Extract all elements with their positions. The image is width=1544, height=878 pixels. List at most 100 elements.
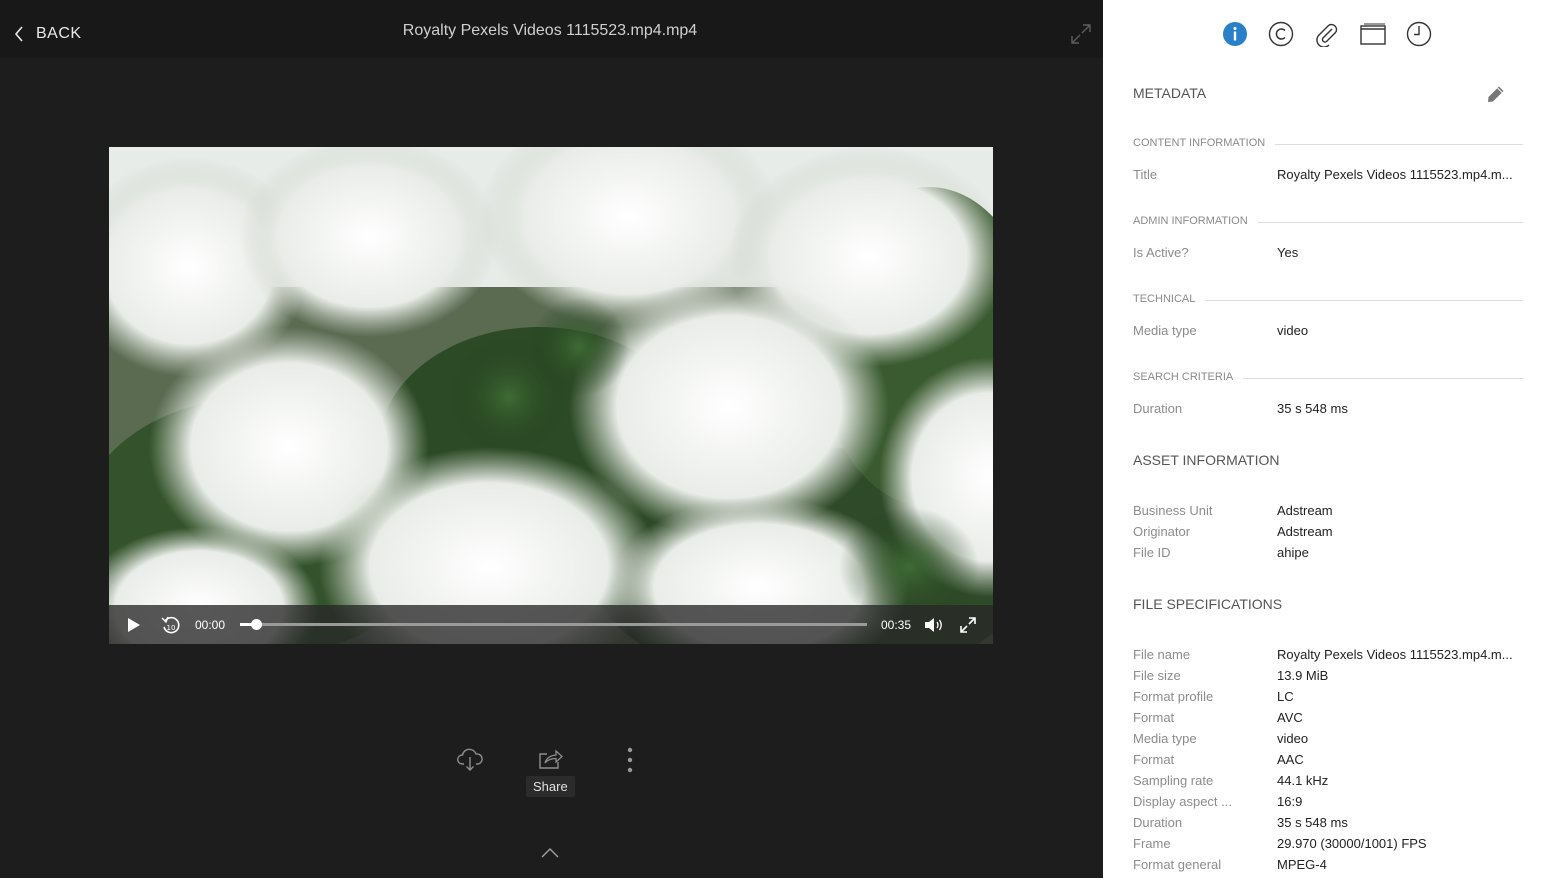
meta-key: File ID bbox=[1133, 545, 1171, 560]
spec-row: Format profile LC bbox=[1133, 687, 1523, 707]
pencil-icon bbox=[1488, 86, 1504, 102]
meta-row-duration: Duration 35 s 548 ms bbox=[1133, 399, 1523, 419]
meta-value: 35 s 548 ms bbox=[1277, 815, 1348, 830]
asset-actions: Share bbox=[0, 744, 1103, 804]
fullscreen-icon bbox=[960, 617, 976, 633]
fullscreen-button[interactable] bbox=[958, 615, 978, 635]
share-button[interactable]: Share bbox=[526, 748, 575, 797]
meta-value: Adstream bbox=[1277, 524, 1333, 539]
meta-value: Adstream bbox=[1277, 503, 1333, 518]
spec-row: Format AVC bbox=[1133, 708, 1523, 728]
chevron-up-icon[interactable] bbox=[540, 845, 560, 859]
section-label: SEARCH CRITERIA bbox=[1133, 371, 1244, 383]
section-technical: TECHNICAL bbox=[1133, 293, 1523, 309]
paperclip-icon bbox=[1316, 23, 1338, 47]
video-frame-image bbox=[109, 147, 993, 644]
current-time: 00:00 bbox=[195, 618, 226, 632]
meta-row-media-type: Media type video bbox=[1133, 321, 1523, 341]
download-button[interactable] bbox=[457, 746, 483, 772]
meta-value: AAC bbox=[1277, 752, 1304, 767]
clock-icon bbox=[1406, 21, 1432, 47]
tab-attachments[interactable] bbox=[1313, 20, 1341, 48]
seek-bar[interactable] bbox=[240, 619, 867, 630]
meta-value: ahipe bbox=[1277, 545, 1309, 560]
metadata-heading: METADATA bbox=[1133, 85, 1207, 101]
section-label: TECHNICAL bbox=[1133, 293, 1206, 305]
play-icon bbox=[128, 618, 140, 632]
meta-key: File size bbox=[1133, 668, 1181, 683]
edit-metadata-button[interactable] bbox=[1486, 84, 1506, 104]
meta-key: File name bbox=[1133, 647, 1191, 662]
spec-row: Frame 29.970 (30000/1001) FPS bbox=[1133, 834, 1523, 854]
meta-key: Format bbox=[1133, 710, 1175, 725]
meta-value: video bbox=[1277, 323, 1309, 338]
metadata-panel: METADATA CONTENT INFORMATION Title Royal… bbox=[1103, 0, 1544, 878]
spec-row: Format general MPEG-4 bbox=[1133, 855, 1523, 875]
tab-versions[interactable] bbox=[1359, 20, 1387, 48]
meta-value: Royalty Pexels Videos 1115523.mp4.m... bbox=[1277, 647, 1513, 662]
meta-key: Duration bbox=[1133, 401, 1183, 416]
meta-row-business-unit: Business Unit Adstream bbox=[1133, 501, 1523, 521]
meta-key: Title bbox=[1133, 167, 1158, 182]
expand-icon[interactable] bbox=[1069, 22, 1093, 46]
section-label: ADMIN INFORMATION bbox=[1133, 215, 1258, 227]
window-icon bbox=[1360, 23, 1386, 45]
meta-value: Royalty Pexels Videos 1115523.mp4.m... bbox=[1277, 167, 1513, 182]
section-search-criteria: SEARCH CRITERIA bbox=[1133, 371, 1523, 387]
meta-value: AVC bbox=[1277, 710, 1303, 725]
spec-row: Media type video bbox=[1133, 729, 1523, 749]
group-asset-information: ASSET INFORMATION bbox=[1133, 452, 1280, 468]
meta-row-is-active: Is Active? Yes bbox=[1133, 243, 1523, 263]
share-icon bbox=[539, 749, 564, 769]
svg-text:10: 10 bbox=[167, 624, 176, 632]
media-viewer: BACK Royalty Pexels Videos 1115523.mp4.m… bbox=[0, 0, 1103, 878]
more-options-button[interactable] bbox=[620, 747, 640, 773]
info-icon bbox=[1223, 22, 1247, 46]
spec-row: Format AAC bbox=[1133, 750, 1523, 770]
spec-row: Duration 35 s 548 ms bbox=[1133, 813, 1523, 833]
meta-key: Format general bbox=[1133, 857, 1222, 872]
cloud-download-icon bbox=[457, 748, 483, 771]
spec-row: Sampling rate 44.1 kHz bbox=[1133, 771, 1523, 791]
meta-key: Originator bbox=[1133, 524, 1191, 539]
volume-icon bbox=[925, 618, 942, 632]
meta-key: Display aspect ... bbox=[1133, 794, 1232, 809]
meta-value: 29.970 (30000/1001) FPS bbox=[1277, 836, 1427, 851]
file-title: Royalty Pexels Videos 1115523.mp4.mp4 bbox=[402, 22, 698, 39]
player-controls: 10 00:00 00:35 bbox=[109, 605, 993, 644]
share-label: Share bbox=[526, 776, 575, 797]
meta-row-title: Title Royalty Pexels Videos 1115523.mp4.… bbox=[1133, 165, 1523, 185]
spec-row: Display aspect ... 16:9 bbox=[1133, 792, 1523, 812]
video-player[interactable]: 10 00:00 00:35 bbox=[109, 147, 993, 644]
meta-key: Business Unit bbox=[1133, 503, 1213, 518]
tab-rights[interactable] bbox=[1267, 20, 1295, 48]
meta-value: 16:9 bbox=[1277, 794, 1303, 809]
meta-value: MPEG-4 bbox=[1277, 857, 1327, 872]
seek-knob[interactable] bbox=[250, 619, 262, 630]
meta-row-originator: Originator Adstream bbox=[1133, 522, 1523, 542]
panel-tabs bbox=[1103, 20, 1544, 48]
tab-info[interactable] bbox=[1221, 20, 1249, 48]
viewer-top-bar: BACK Royalty Pexels Videos 1115523.mp4.m… bbox=[0, 0, 1103, 58]
meta-value: 13.9 MiB bbox=[1277, 668, 1329, 683]
section-admin-information: ADMIN INFORMATION bbox=[1133, 215, 1523, 231]
meta-value: LC bbox=[1277, 689, 1294, 704]
meta-key: Sampling rate bbox=[1133, 773, 1214, 788]
meta-key: Format bbox=[1133, 752, 1175, 767]
meta-value: Yes bbox=[1277, 245, 1299, 260]
copyright-icon bbox=[1268, 21, 1294, 47]
spec-row: File size 13.9 MiB bbox=[1133, 666, 1523, 686]
tab-history[interactable] bbox=[1405, 20, 1433, 48]
meta-key: Media type bbox=[1133, 731, 1197, 746]
meta-key: Media type bbox=[1133, 323, 1197, 338]
meta-value: 35 s 548 ms bbox=[1277, 401, 1348, 416]
total-time: 00:35 bbox=[881, 618, 912, 632]
section-label: CONTENT INFORMATION bbox=[1133, 137, 1276, 149]
volume-button[interactable] bbox=[924, 615, 944, 635]
group-file-specifications: FILE SPECIFICATIONS bbox=[1133, 596, 1283, 612]
meta-key: Format profile bbox=[1133, 689, 1214, 704]
section-content-information: CONTENT INFORMATION bbox=[1133, 137, 1523, 153]
rewind-10-button[interactable]: 10 bbox=[161, 614, 181, 636]
meta-value: 44.1 kHz bbox=[1277, 773, 1329, 788]
play-button[interactable] bbox=[125, 616, 143, 634]
